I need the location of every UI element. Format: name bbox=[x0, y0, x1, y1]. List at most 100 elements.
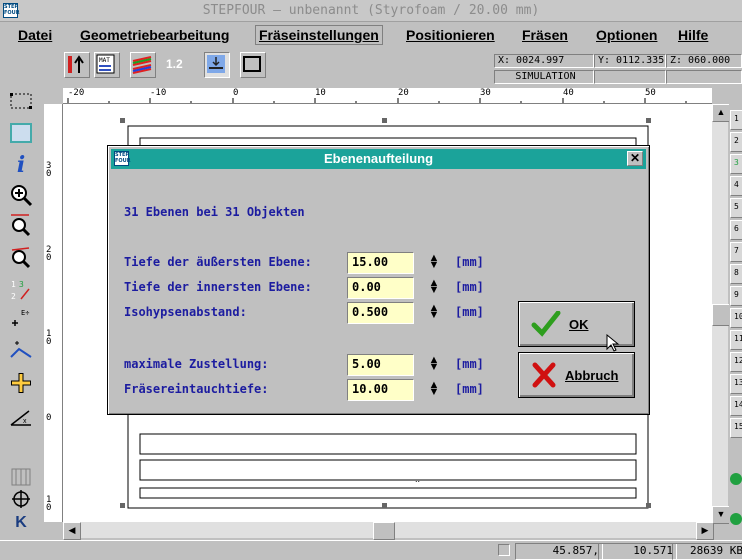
info-icon: i bbox=[16, 152, 26, 178]
tool-level-button[interactable] bbox=[204, 52, 230, 78]
spin-icon: ▲ ▼ bbox=[428, 302, 440, 321]
cross-icon bbox=[532, 362, 556, 388]
spin-icon: ▲ ▼ bbox=[428, 252, 440, 271]
layer-split-dialog: STEP FOUR Ebenenaufteilung ✕ 31 Ebenen be… bbox=[107, 145, 650, 415]
spin-icon: ▲ ▼ bbox=[428, 354, 440, 373]
max-infeed-spinner[interactable]: ▲ ▼ bbox=[427, 355, 441, 373]
isohypse-spinner[interactable]: ▲ ▼ bbox=[427, 303, 441, 321]
svg-text:x: x bbox=[23, 418, 27, 425]
dialog-title: Ebenenaufteilung bbox=[323, 151, 434, 166]
layer-button-2[interactable]: 2 bbox=[730, 132, 742, 152]
tool-rectangle-button[interactable] bbox=[8, 120, 34, 146]
zoom-in-icon bbox=[11, 185, 33, 207]
tool-cross-button[interactable] bbox=[8, 370, 34, 396]
menu-fraesen[interactable]: Fräsen bbox=[522, 27, 568, 43]
tool-material-button[interactable]: MAT bbox=[94, 52, 120, 78]
layer-button-3[interactable]: 3 bbox=[730, 154, 742, 174]
scroll-down-button[interactable]: ▼ bbox=[712, 506, 730, 524]
checkmark-icon bbox=[531, 311, 561, 337]
layer-button-15[interactable]: 15 bbox=[730, 418, 742, 438]
tool-zoom-in-button[interactable] bbox=[8, 182, 34, 208]
red-arrow-icon bbox=[68, 55, 84, 73]
tool-frame-button[interactable] bbox=[240, 52, 266, 78]
svg-text:3: 3 bbox=[19, 280, 24, 289]
vertical-scroll-thumb[interactable] bbox=[712, 304, 730, 326]
layer-button-7[interactable]: 7 bbox=[730, 242, 742, 262]
menu-fraeseinstellungen[interactable]: Fräseinstellungen bbox=[255, 25, 383, 45]
layer-tool-icon[interactable] bbox=[730, 473, 742, 485]
status-indicator bbox=[498, 544, 510, 556]
coord-x: X: 0024.997 bbox=[494, 54, 594, 68]
status-bar: 45.857, 10.571 28639 KB bbox=[0, 540, 742, 560]
vertical-scrollbar[interactable]: ▲ ▼ bbox=[712, 104, 730, 524]
layer-button-4[interactable]: 4 bbox=[730, 176, 742, 196]
tool-layers-button[interactable] bbox=[130, 52, 156, 78]
tool-zoom-window-button[interactable] bbox=[8, 212, 34, 238]
scroll-left-button[interactable]: ◀ bbox=[63, 522, 81, 540]
tool-numbering-button[interactable]: 132 bbox=[8, 276, 34, 302]
layer-button-11[interactable]: 11 bbox=[730, 330, 742, 350]
menu-optionen[interactable]: Optionen bbox=[596, 27, 657, 43]
tool-height-button[interactable] bbox=[64, 52, 90, 78]
scroll-up-button[interactable]: ▲ bbox=[712, 104, 730, 122]
layer-button-9[interactable]: 9 bbox=[730, 286, 742, 306]
move-node-icon bbox=[10, 341, 32, 358]
tool-k-button[interactable]: K bbox=[8, 510, 34, 536]
max-infeed-input[interactable]: 5.00 bbox=[347, 354, 414, 376]
layer-button-5[interactable]: 5 bbox=[730, 198, 742, 218]
tool-target-button[interactable] bbox=[8, 486, 34, 512]
plunge-depth-spinner[interactable]: ▲ ▼ bbox=[427, 380, 441, 398]
tool-info-button[interactable]: i bbox=[8, 152, 34, 178]
inner-depth-spinner[interactable]: ▲ ▼ bbox=[427, 278, 441, 296]
mouse-cursor-icon bbox=[606, 333, 620, 355]
layer-button-1[interactable]: 1 bbox=[730, 110, 742, 130]
plunge-depth-input[interactable]: 10.00 bbox=[347, 379, 414, 401]
mode-indicator: SIMULATION bbox=[494, 70, 594, 84]
tool-select-button[interactable] bbox=[8, 88, 34, 114]
outer-depth-spinner[interactable]: ▲ ▼ bbox=[427, 253, 441, 271]
tool-zoom-all-button[interactable] bbox=[8, 244, 34, 270]
menu-bar: Datei Geometriebearbeitung Fräseinstellu… bbox=[0, 24, 742, 46]
ruler-label: 1 0 bbox=[46, 329, 52, 347]
tool-angle-button[interactable]: x bbox=[8, 404, 34, 430]
layer-button-13[interactable]: 13 bbox=[730, 374, 742, 394]
ruler-label: -10 bbox=[150, 88, 167, 98]
layer-button-6[interactable]: 6 bbox=[730, 220, 742, 240]
menu-positionieren[interactable]: Positionieren bbox=[406, 27, 495, 43]
cancel-button[interactable]: Abbruch bbox=[518, 352, 635, 398]
layer-tool-icon-2[interactable] bbox=[730, 513, 742, 525]
layers-icon bbox=[132, 56, 152, 74]
tool-add-point-button[interactable]: E÷ bbox=[8, 306, 34, 332]
k-icon: K bbox=[15, 514, 27, 531]
material-icon: MAT bbox=[96, 54, 115, 74]
horizontal-scroll-thumb[interactable] bbox=[373, 522, 395, 540]
ruler-label: 1 0 bbox=[46, 495, 52, 513]
spin-icon: ▲ ▼ bbox=[428, 277, 440, 296]
svg-text:1: 1 bbox=[11, 280, 16, 289]
unit-label: [mm] bbox=[455, 305, 484, 319]
layer-button-8[interactable]: 8 bbox=[730, 264, 742, 284]
status-x: 45.857, bbox=[515, 543, 603, 560]
layer-button-12[interactable]: 12 bbox=[730, 352, 742, 372]
ruler-label: 20 bbox=[398, 88, 409, 98]
menu-geometriebearbeitung[interactable]: Geometriebearbeitung bbox=[80, 27, 229, 43]
ruler-label: 3 0 bbox=[46, 161, 52, 179]
scroll-right-button[interactable]: ▶ bbox=[696, 522, 714, 540]
isohypse-input[interactable]: 0.500 bbox=[347, 302, 414, 324]
tool-scale-button[interactable]: 1.2 bbox=[166, 52, 190, 76]
menu-datei[interactable]: Datei bbox=[18, 27, 52, 43]
outer-depth-input[interactable]: 15.00 bbox=[347, 252, 414, 274]
horizontal-scrollbar[interactable]: ◀ ▶ bbox=[63, 522, 714, 540]
cancel-label: Abbruch bbox=[565, 367, 619, 383]
tool-move-node-button[interactable] bbox=[8, 338, 34, 364]
menu-hilfe[interactable]: Hilfe bbox=[678, 27, 708, 43]
status-y: 10.571 bbox=[598, 543, 677, 560]
close-icon: ✕ bbox=[629, 151, 641, 165]
window-title: STEPFOUR – unbenannt (Styrofoam / 20.00 … bbox=[202, 3, 540, 18]
inner-depth-input[interactable]: 0.00 bbox=[347, 277, 414, 299]
unit-label: [mm] bbox=[455, 382, 484, 396]
layer-button-14[interactable]: 14 bbox=[730, 396, 742, 416]
dialog-close-button[interactable]: ✕ bbox=[627, 151, 643, 166]
material-label: MAT bbox=[99, 57, 110, 64]
layer-button-10[interactable]: 10 bbox=[730, 308, 742, 328]
